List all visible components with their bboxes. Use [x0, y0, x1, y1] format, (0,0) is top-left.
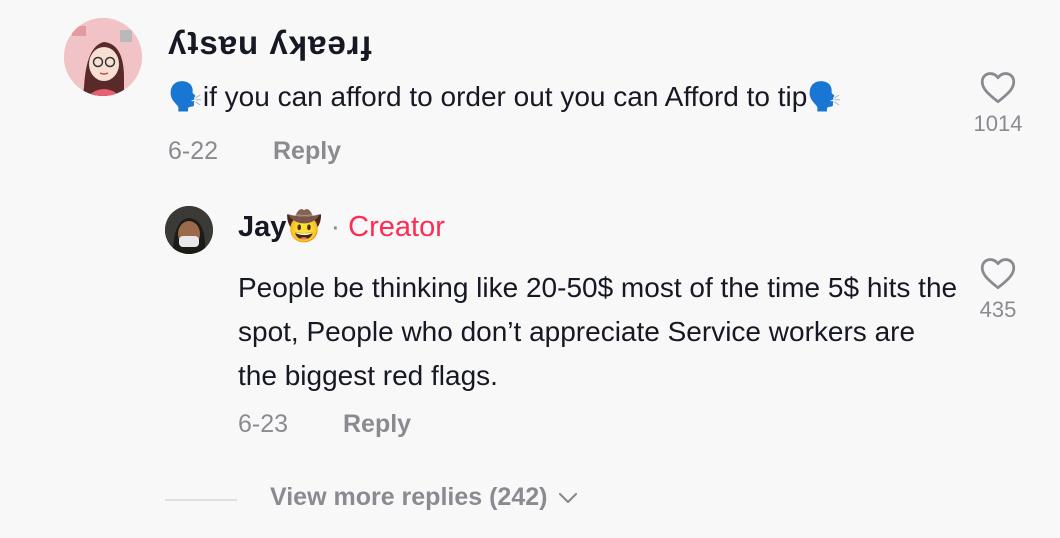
- avatar-photo: [165, 206, 213, 254]
- reply-button[interactable]: Reply: [273, 137, 341, 165]
- like-count: 1014: [973, 111, 1023, 136]
- separator-dot: ·: [330, 211, 341, 243]
- reply-date: 6-23: [238, 410, 289, 438]
- like-button[interactable]: 435: [970, 256, 1026, 323]
- reply-username[interactable]: Jay🤠: [238, 211, 323, 243]
- comment-username[interactable]: ʎʇsɐu ʎʞɐǝɹɟ: [168, 24, 373, 62]
- heart-icon: [980, 72, 1016, 104]
- comment-meta: 6-22 Reply: [168, 137, 341, 166]
- view-more-label: View more replies (242): [270, 483, 548, 511]
- chevron-down-icon: [559, 493, 578, 504]
- creator-badge: Creator: [348, 211, 445, 243]
- like-count: 435: [979, 297, 1017, 322]
- reply-meta: 6-23 Reply: [238, 410, 411, 439]
- avatar-illustration: [64, 18, 142, 96]
- reply-author: Jay🤠 · Creator: [238, 210, 445, 244]
- reply-button[interactable]: Reply: [343, 410, 411, 438]
- like-button[interactable]: 1014: [970, 70, 1026, 137]
- reply-text: People be thinking like 20-50$ most of t…: [238, 272, 958, 391]
- comment-text: 🗣️if you can afford to order out you can…: [168, 81, 843, 112]
- view-more-replies-button[interactable]: View more replies (242): [270, 483, 579, 512]
- heart-icon: [980, 258, 1016, 290]
- avatar[interactable]: [165, 206, 213, 254]
- avatar[interactable]: [64, 18, 142, 96]
- divider: [165, 499, 237, 501]
- comment-date: 6-22: [168, 137, 219, 165]
